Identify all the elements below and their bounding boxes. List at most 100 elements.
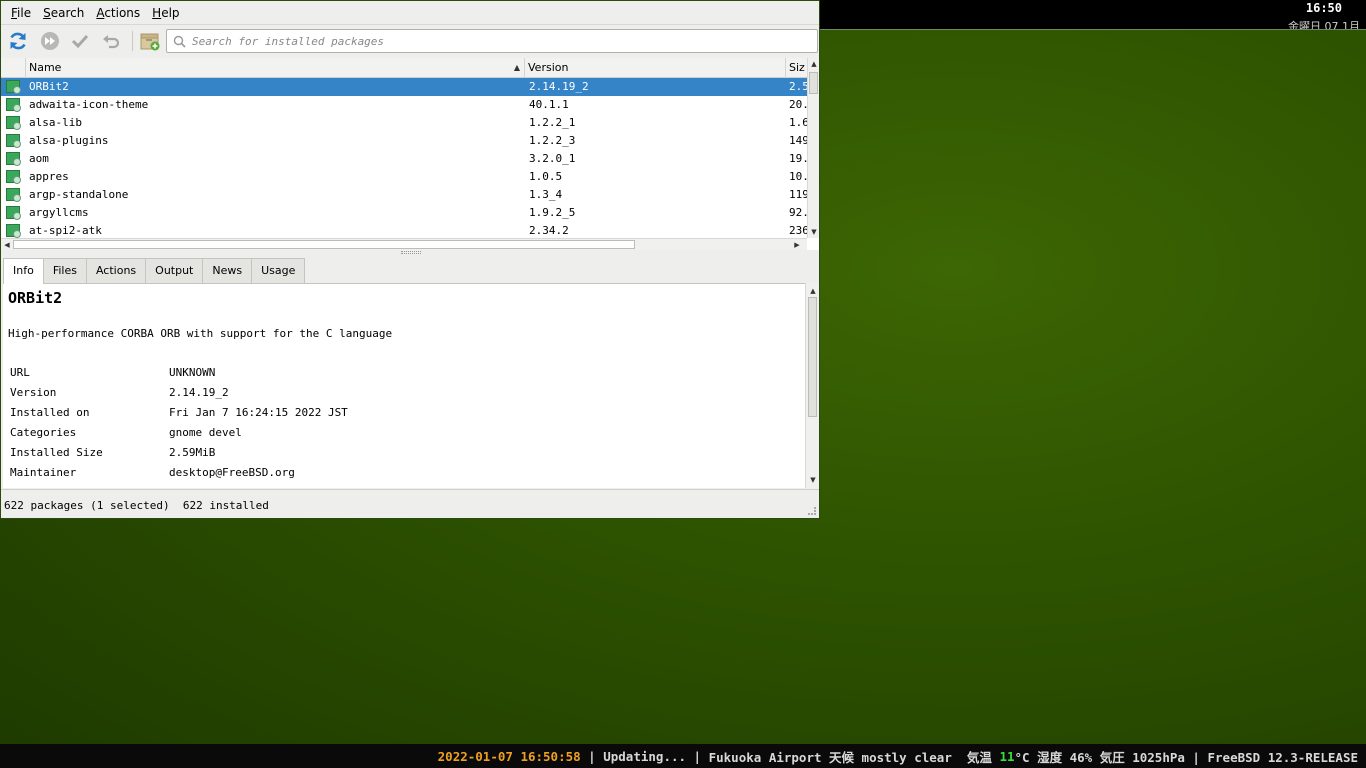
info-value: UNKNOWN xyxy=(169,366,216,379)
header-icon-column[interactable] xyxy=(1,58,26,78)
scroll-right-icon[interactable]: ▶ xyxy=(791,239,803,251)
tab-usage[interactable]: Usage xyxy=(251,258,306,283)
clock-time: 16:50 xyxy=(1305,1,1342,15)
package-manager-window: File Search Actions Help Search for inst… xyxy=(0,0,820,519)
table-row[interactable]: argyllcms 1.9.2_5 92. xyxy=(1,204,807,222)
table-row[interactable]: alsa-plugins 1.2.2_3 149 xyxy=(1,132,807,150)
status-updating: Updating... xyxy=(603,748,687,764)
table-row[interactable]: aom 3.2.0_1 19. xyxy=(1,150,807,168)
info-label: Version xyxy=(10,386,57,399)
scroll-up-icon[interactable]: ▲ xyxy=(807,285,819,297)
search-field[interactable] xyxy=(166,29,818,53)
package-name: at-spi2-atk xyxy=(29,224,102,237)
package-size: 92. xyxy=(789,206,807,219)
info-label: Installed Size xyxy=(10,446,103,459)
header-version[interactable]: Version xyxy=(525,58,786,78)
apply-button[interactable] xyxy=(68,29,92,53)
toolbar xyxy=(1,25,819,57)
checkmark-icon xyxy=(71,34,89,49)
header-name[interactable]: Name ▲ xyxy=(26,58,525,78)
menu-search[interactable]: Search xyxy=(37,6,90,20)
table-vertical-scrollbar[interactable]: ▲ ▼ xyxy=(807,58,819,238)
package-name: argp-standalone xyxy=(29,188,129,201)
fast-forward-icon xyxy=(41,32,59,50)
info-label: Maintainer xyxy=(10,466,77,479)
info-value: gnome devel xyxy=(169,426,242,439)
package-size: 19. xyxy=(789,152,807,165)
installed-package-icon xyxy=(6,206,21,220)
undo-icon xyxy=(103,35,120,49)
tab-news[interactable]: News xyxy=(202,258,253,283)
package-count: 622 packages (1 selected) xyxy=(4,499,170,512)
package-version: 1.0.5 xyxy=(529,170,563,183)
info-value: 2.14.19_2 xyxy=(169,386,229,399)
info-value: Fri Jan 7 16:24:15 2022 JST xyxy=(169,406,348,419)
table-row[interactable]: at-spi2-atk 2.34.2 236 xyxy=(1,222,807,238)
package-version: 1.2.2_1 xyxy=(529,116,576,129)
menu-actions[interactable]: Actions xyxy=(90,6,146,20)
installed-count: 622 installed xyxy=(182,499,269,512)
status-weather-details: °C 湿度 46% 気圧 1025hPa | FreeBSD 12.3-RELE… xyxy=(1014,749,1359,765)
refresh-icon xyxy=(10,32,26,50)
installed-package-icon xyxy=(6,152,21,166)
info-label: Categories xyxy=(10,426,77,439)
package-name: appres xyxy=(29,170,69,183)
info-panel: ORBit2 High-performance CORBA ORB with s… xyxy=(3,283,805,488)
package-version: 1.2.2_3 xyxy=(529,134,576,147)
status-separator: | xyxy=(686,748,709,764)
tab-files[interactable]: Files xyxy=(42,258,87,283)
table-header: Name ▲ Version Siz xyxy=(1,58,807,78)
status-temperature: 11 xyxy=(999,748,1015,764)
search-input[interactable] xyxy=(192,34,817,48)
package-size: 149 xyxy=(789,134,807,147)
table-row[interactable]: alsa-lib 1.2.2_1 1.6 xyxy=(1,114,807,132)
package-name: aom xyxy=(29,152,49,165)
scroll-up-icon[interactable]: ▲ xyxy=(808,58,819,70)
scroll-left-icon[interactable]: ◀ xyxy=(1,239,13,251)
install-package-button[interactable] xyxy=(138,29,162,53)
scroll-down-icon[interactable]: ▼ xyxy=(807,474,819,486)
header-size[interactable]: Siz xyxy=(786,58,807,78)
upgrade-all-button[interactable] xyxy=(38,29,62,53)
scrollbar-thumb[interactable] xyxy=(13,240,635,249)
tab-info[interactable]: Info xyxy=(3,258,44,284)
package-size: 20. xyxy=(789,98,807,111)
undo-button[interactable] xyxy=(99,29,123,53)
scrollbar-thumb[interactable] xyxy=(808,297,817,417)
window-status-bar: 622 packages (1 selected) 622 installed xyxy=(1,489,819,518)
installed-package-icon xyxy=(6,80,21,94)
package-version: 40.1.1 xyxy=(529,98,569,111)
table-row[interactable]: argp-standalone 1.3_4 119 xyxy=(1,186,807,204)
menu-file[interactable]: File xyxy=(5,6,37,20)
installed-package-icon xyxy=(6,98,21,112)
clock-date: 金曜日 07 1月 xyxy=(1288,20,1360,30)
package-size: 119 xyxy=(789,188,807,201)
header-name-label: Name xyxy=(29,61,62,74)
search-icon xyxy=(173,35,186,48)
package-add-icon xyxy=(140,33,160,51)
package-name: ORBit2 xyxy=(29,80,69,93)
installed-package-icon xyxy=(6,116,21,130)
package-size: 10. xyxy=(789,170,807,183)
table-horizontal-scrollbar[interactable]: ◀ ▶ xyxy=(1,238,807,250)
scrollbar-thumb[interactable] xyxy=(809,72,818,94)
table-row[interactable]: adwaita-icon-theme 40.1.1 20. xyxy=(1,96,807,114)
menu-help[interactable]: Help xyxy=(146,6,185,20)
table-row[interactable]: appres 1.0.5 10. xyxy=(1,168,807,186)
installed-package-icon xyxy=(6,170,21,184)
details-tabs: Info Files Actions Output News Usage xyxy=(3,258,306,284)
tab-actions[interactable]: Actions xyxy=(85,258,147,283)
package-name: alsa-lib xyxy=(29,116,82,129)
installed-package-icon xyxy=(6,188,21,202)
package-version: 1.9.2_5 xyxy=(529,206,576,219)
info-value[interactable]: desktop@FreeBSD.org xyxy=(169,463,295,483)
tab-output[interactable]: Output xyxy=(145,258,204,283)
refresh-button[interactable] xyxy=(6,29,30,53)
resize-grip[interactable] xyxy=(808,507,816,515)
info-vertical-scrollbar[interactable]: ▲ ▼ xyxy=(805,283,819,488)
pane-resize-handle[interactable] xyxy=(401,251,421,254)
scroll-down-icon[interactable]: ▼ xyxy=(808,226,819,238)
info-value: 2.59MiB xyxy=(169,446,216,459)
table-row[interactable]: ORBit2 2.14.19_2 2.5 xyxy=(1,78,807,96)
sort-ascending-icon: ▲ xyxy=(513,63,520,72)
